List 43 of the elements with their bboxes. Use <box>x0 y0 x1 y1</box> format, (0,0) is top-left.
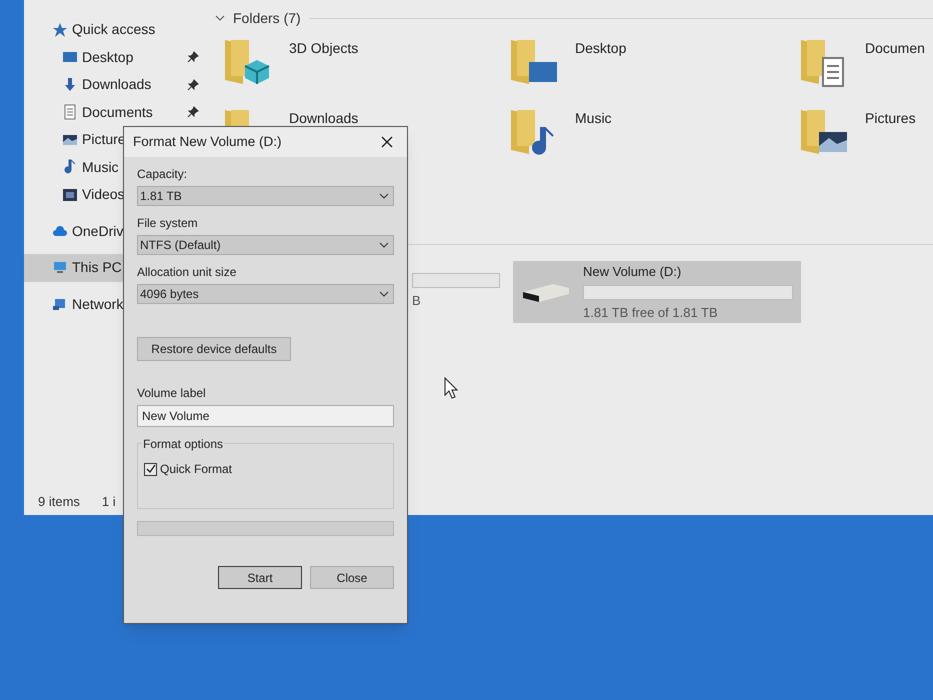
drive-tile[interactable]: New Volume (D:) 1.81 TB free of 1.81 TB <box>513 261 801 323</box>
navigation-label: Music <box>82 158 119 177</box>
drive-name: New Volume (D:) <box>583 263 682 281</box>
field-label: Volume label <box>137 385 207 402</box>
navigation-label: OneDriv <box>72 222 124 241</box>
navigation-label: Quick access <box>72 20 156 40</box>
navigation-label: This PC <box>72 258 122 278</box>
field-label: Capacity: <box>137 166 188 183</box>
navigation-label: Desktop <box>82 48 134 67</box>
navigation-item[interactable]: Downloads <box>24 71 207 98</box>
folder-name: Documen <box>865 39 925 58</box>
restore-defaults-button[interactable]: Restore device defaults <box>137 337 291 361</box>
folder-item[interactable]: Music <box>507 104 797 164</box>
navigation-label: Network <box>72 294 124 314</box>
dialog-button[interactable]: Close <box>310 566 394 589</box>
folder-name: Pictures <box>865 109 916 128</box>
volume-label-field[interactable]: New Volume <box>137 405 394 427</box>
section-heading: Folders (7) <box>233 8 301 28</box>
dropdown[interactable]: 1.81 TB <box>137 186 394 206</box>
drive-free-space: 1.81 TB free of 1.81 TB <box>583 304 719 322</box>
selection-count: 1 i <box>102 493 116 512</box>
folder-item[interactable]: 3D Objects <box>221 34 507 94</box>
navigation-label: Downloads <box>82 75 152 94</box>
dialog-title: Format New Volume (D:) <box>133 132 282 151</box>
drive-free-space: B <box>412 292 422 310</box>
navigation-item[interactable]: Desktop <box>24 44 207 71</box>
folder-name: Music <box>575 109 612 128</box>
folder-item[interactable]: Desktop <box>507 34 797 94</box>
dropdown[interactable]: NTFS (Default) <box>137 235 394 255</box>
folder-item[interactable]: Documen <box>797 34 933 94</box>
dialog-button[interactable]: Start <box>218 566 302 589</box>
folder-name: Desktop <box>575 39 626 58</box>
navigation-item[interactable]: Documents <box>24 98 207 126</box>
navigation-label: Videos <box>82 185 125 204</box>
dropdown[interactable]: 4096 bytes <box>137 284 394 304</box>
folder-name: Downloads <box>289 109 358 128</box>
folder-item[interactable]: Pictures <box>797 104 933 164</box>
field-label: File system <box>137 215 199 232</box>
checkbox-label: Quick Format <box>160 461 232 478</box>
navigation-label: Documents <box>82 102 153 122</box>
item-count: 9 items <box>38 493 80 512</box>
folder-name: 3D Objects <box>289 39 358 58</box>
navigation-item[interactable]: Quick access <box>24 16 207 44</box>
